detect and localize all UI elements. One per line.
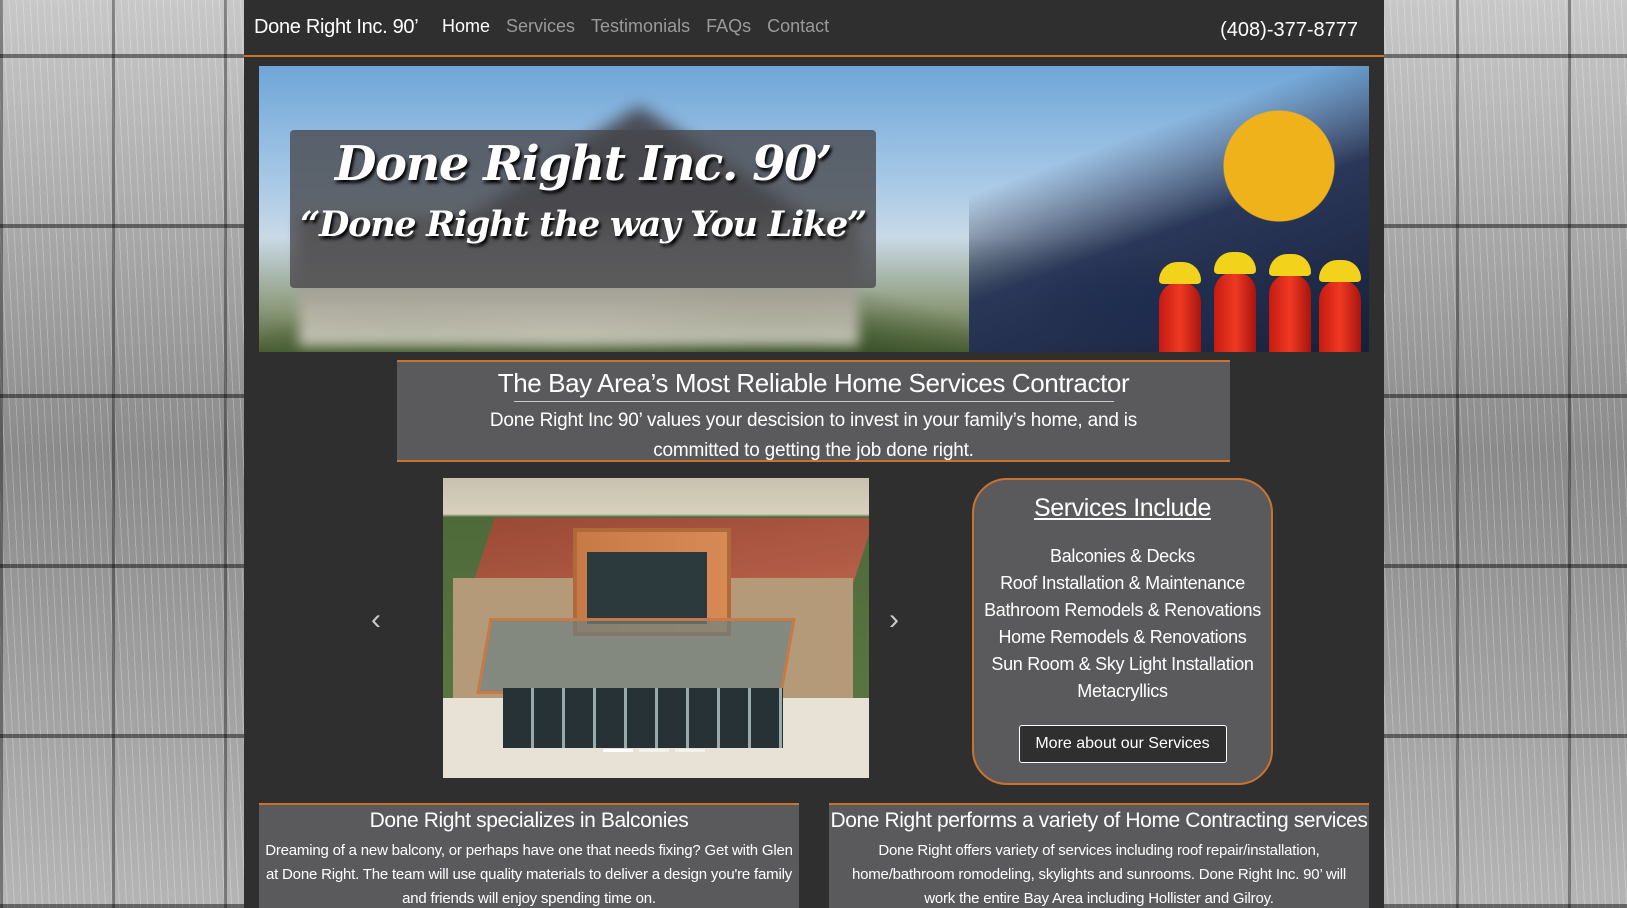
screwdriver-tip <box>1319 260 1361 282</box>
services-panel: Done Right performs a variety of Home Co… <box>829 803 1369 908</box>
screwdriver-icon <box>1214 272 1256 352</box>
phone-link[interactable]: (408)-377-8777 <box>1220 19 1358 42</box>
intro-text: Done Right Inc 90’ values your descision… <box>489 410 1138 461</box>
divider <box>513 401 1114 402</box>
carousel-indicator-3[interactable] <box>675 749 705 752</box>
hero-slogan: “Done Right the way You Like” <box>300 204 867 245</box>
slide-glass-doors <box>503 688 783 748</box>
carousel-indicator-1[interactable] <box>603 749 633 752</box>
services-box: Services Include Balconies & Decks Roof … <box>972 478 1273 785</box>
hero-banner: Done Right Inc. 90’ “Done Right the way … <box>259 66 1369 352</box>
panel-text: Done Right offers variety of services in… <box>851 842 1347 907</box>
balconies-panel: Done Right specializes in Balconies Drea… <box>259 803 799 908</box>
carousel-slide <box>443 478 869 778</box>
service-item: Bathroom Remodels & Renovations <box>984 600 1261 620</box>
slide-balcony-deck <box>476 618 796 694</box>
carousel-next-button[interactable]: › <box>882 603 906 637</box>
slide-window <box>587 552 707 624</box>
page-container: Done Right Inc. 90’ Home Services Testim… <box>244 0 1384 908</box>
service-item: Home Remodels & Renovations <box>998 627 1247 647</box>
nav-faqs[interactable]: FAQs <box>706 16 751 37</box>
nav-contact[interactable]: Contact <box>767 16 829 37</box>
screwdriver-icon <box>1269 274 1311 352</box>
chevron-left-icon: ‹ <box>371 603 381 636</box>
carousel-indicator-2[interactable] <box>639 749 669 752</box>
panel-text: Dreaming of a new balcony, or perhaps ha… <box>265 842 793 907</box>
carousel-indicators <box>603 749 705 752</box>
intro-title: The Bay Area’s Most Reliable Home Servic… <box>497 368 1130 398</box>
service-item: Metacryllics <box>1077 681 1168 701</box>
hero-tool-belt-image <box>969 66 1369 352</box>
intro-section: The Bay Area’s Most Reliable Home Servic… <box>397 360 1230 462</box>
panel-title: Done Right performs a variety of Home Co… <box>830 809 1368 832</box>
screwdriver-icon <box>1159 282 1201 352</box>
nav-links: Home Services Testimonials FAQs Contact <box>442 16 829 37</box>
screwdriver-tip <box>1269 254 1311 276</box>
screwdriver-tip <box>1214 252 1256 274</box>
services-list: Balconies & Decks Roof Installation & Ma… <box>974 543 1271 705</box>
screwdriver-icon <box>1319 280 1361 352</box>
chevron-right-icon: › <box>889 603 899 636</box>
nav-services[interactable]: Services <box>506 16 575 37</box>
service-item: Roof Installation & Maintenance <box>1000 573 1245 593</box>
nav-testimonials[interactable]: Testimonials <box>591 16 690 37</box>
panel-title: Done Right specializes in Balconies <box>369 809 689 832</box>
nav-home[interactable]: Home <box>442 16 490 37</box>
hero-caption: Done Right Inc. 90’ “Done Right the way … <box>290 130 876 288</box>
services-title: Services Include <box>1033 494 1212 522</box>
carousel-prev-button[interactable]: ‹ <box>364 603 388 637</box>
navbar: Done Right Inc. 90’ Home Services Testim… <box>244 0 1384 57</box>
service-item: Sun Room & Sky Light Installation <box>991 654 1254 674</box>
screwdriver-tip <box>1159 262 1201 284</box>
more-services-button[interactable]: More about our Services <box>1018 725 1227 763</box>
service-item: Balconies & Decks <box>1050 546 1195 566</box>
hero-title: Done Right Inc. 90’ <box>334 136 833 192</box>
brand-link[interactable]: Done Right Inc. 90’ <box>254 16 419 39</box>
